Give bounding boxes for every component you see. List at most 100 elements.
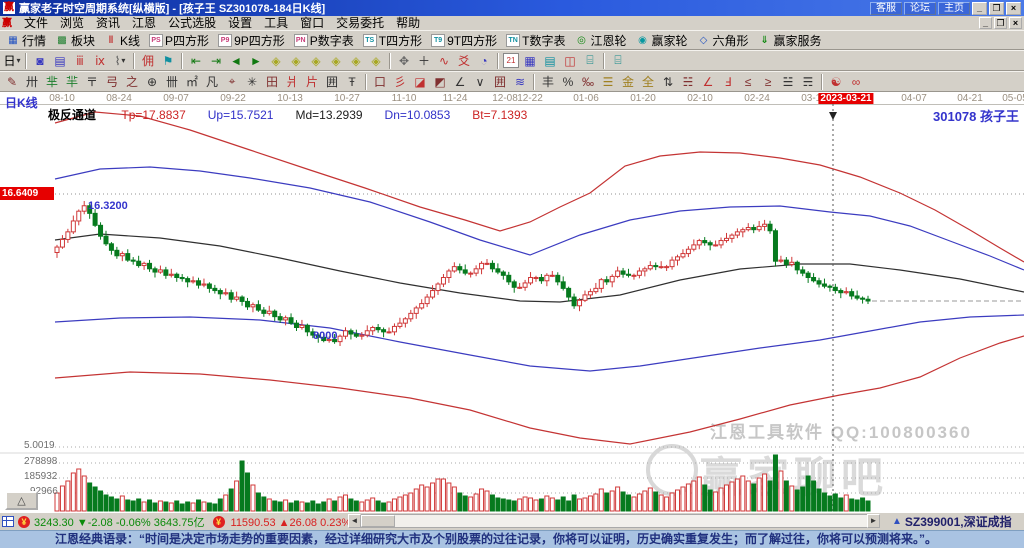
greater-line-icon[interactable]: ≥ — [759, 73, 777, 90]
crosshair-icon[interactable]: ＋ — [415, 52, 433, 69]
wave-icon[interactable]: 之 — [123, 73, 141, 90]
net-grid-icon[interactable]: 囲 — [491, 73, 509, 90]
gold-ratio-icon[interactable]: 金 — [619, 73, 637, 90]
scroll-left-button[interactable]: ◄ — [348, 514, 361, 528]
calendar-icon[interactable]: 21 — [503, 53, 519, 68]
less-line-icon[interactable]: ≤ — [739, 73, 757, 90]
zoom-out-icon[interactable]: ◈ — [267, 52, 285, 69]
square-meter-icon[interactable]: ㎡ — [183, 73, 201, 90]
grid-lines-icon[interactable]: 卅 — [23, 73, 41, 90]
gann-grid-icon[interactable]: 田 — [263, 73, 281, 90]
report-icon[interactable]: ▤ — [541, 52, 559, 69]
star-lines-icon[interactable]: ✳ — [243, 73, 261, 90]
kline-small-3-icon[interactable]: ⅲ — [71, 52, 89, 69]
sz-index-icon[interactable]: ¥ — [213, 516, 225, 528]
fence-down-icon[interactable]: 羋 — [63, 73, 81, 90]
kline-small-9-icon[interactable]: ⅸ — [91, 52, 109, 69]
angle-line-icon[interactable]: ∠ — [451, 73, 469, 90]
gann-tool-icon[interactable]: 爻 — [455, 52, 473, 69]
scrollbar-track[interactable] — [361, 514, 867, 528]
chart-area[interactable]: 江恩工具软件 QQ:100800360 赢家聊吧 08-1008-2409-07… — [0, 92, 1024, 512]
service-link[interactable]: 客服 — [870, 2, 902, 15]
prev-bar-icon[interactable]: ◄ — [227, 52, 245, 69]
stamp-icon[interactable]: 佣 — [139, 52, 157, 69]
split-left-icon[interactable]: 爿 — [283, 73, 301, 90]
scroll-right-button[interactable]: ► — [867, 514, 880, 528]
current-index-label[interactable]: SZ399001,深证成指 — [905, 513, 1012, 530]
horizontal-scrollbar[interactable]: ◄ ► — [348, 514, 880, 528]
tick-tool-icon[interactable]: Ŧ — [343, 73, 361, 90]
percent-icon[interactable]: % — [559, 73, 577, 90]
fan-lines-icon[interactable]: 彡 — [391, 73, 409, 90]
fan-icon[interactable]: 凡 — [203, 73, 221, 90]
calculator-icon[interactable]: ▦ — [521, 52, 539, 69]
zigzag-icon[interactable]: ∿ — [435, 52, 453, 69]
flag-icon[interactable]: ⚑ — [159, 52, 177, 69]
winner-wheel-button[interactable]: ◉赢家轮 — [631, 31, 691, 49]
rect-tool-icon[interactable]: 口 — [371, 73, 389, 90]
kline-chart-svg[interactable] — [0, 92, 1024, 512]
forum-link[interactable]: 论坛 — [904, 2, 936, 15]
menu-9[interactable]: 交易委托 — [330, 16, 390, 30]
menu-6[interactable]: 设置 — [222, 16, 258, 30]
fence-up-icon[interactable]: 芈 — [43, 73, 61, 90]
doc-minimize-button[interactable]: _ — [979, 17, 992, 29]
sh-index-quote[interactable]: 3243.30 ▼-2.08 -0.06% 3643.75亿 — [34, 514, 205, 530]
menu-2[interactable]: 浏览 — [54, 16, 90, 30]
lake-trigram-icon[interactable]: ☱ — [779, 73, 797, 90]
t-square-button[interactable]: TST四方形 — [359, 31, 426, 49]
time-cycle-icon[interactable]: ◔ — [475, 52, 493, 69]
period-day-button[interactable]: 日▾ — [3, 52, 21, 69]
candle-pattern-icon[interactable]: ⌇▾ — [111, 52, 129, 69]
select-region-icon[interactable]: ◙ — [31, 52, 49, 69]
t-line-icon[interactable]: 〒 — [83, 73, 101, 90]
full-ratio-icon[interactable]: 全 — [639, 73, 657, 90]
last-bar-icon[interactable]: ⇥ — [207, 52, 225, 69]
circle-cross-icon[interactable]: ⊕ — [143, 73, 161, 90]
close-button[interactable]: × — [1006, 2, 1021, 15]
minimize-button[interactable]: _ — [972, 2, 987, 15]
quotes-button[interactable]: ▦行情 — [2, 31, 50, 49]
winner-service-button[interactable]: ⇓赢家服务 — [754, 31, 826, 49]
doc-restore-button[interactable]: ❐ — [994, 17, 1007, 29]
nine-p-square-button[interactable]: P99P四方形 — [214, 31, 289, 49]
doc-close-button[interactable]: × — [1009, 17, 1022, 29]
kline-button[interactable]: ‖K线 — [100, 31, 144, 49]
hexagon-button[interactable]: ◇六角形 — [693, 31, 753, 49]
p-square-button[interactable]: PSP四方形 — [145, 31, 213, 49]
golden-section-icon[interactable]: ☰ — [599, 73, 617, 90]
arc-icon[interactable]: 弓 — [103, 73, 121, 90]
menu-8[interactable]: 窗口 — [294, 16, 330, 30]
pencil-icon[interactable]: ✎ — [3, 73, 21, 90]
shift-left-icon[interactable]: ◈ — [307, 52, 325, 69]
t-number-table-button[interactable]: TNT数字表 — [502, 31, 569, 49]
permille-icon[interactable]: ‰ — [579, 73, 597, 90]
homepage-link[interactable]: 主页 — [938, 2, 970, 15]
sectors-button[interactable]: ▩板块 — [51, 31, 99, 49]
box-grid-icon[interactable]: 囲 — [323, 73, 341, 90]
workstation-icon[interactable]: ⌸ — [581, 52, 599, 69]
pane-toggle-button[interactable]: △ — [5, 491, 38, 510]
trigram-icon[interactable]: ☵ — [679, 73, 697, 90]
yinyang-icon[interactable]: ☯ — [827, 73, 845, 90]
flip-f-icon[interactable]: Ⅎ — [719, 73, 737, 90]
p-number-table-button[interactable]: PNP数字表 — [290, 31, 358, 49]
menu-3[interactable]: 资讯 — [90, 16, 126, 30]
nine-t-square-button[interactable]: T99T四方形 — [427, 31, 501, 49]
sh-index-icon[interactable]: ¥ — [18, 516, 30, 528]
menu-1[interactable]: 文件 — [18, 16, 54, 30]
infinity-icon[interactable]: ∞ — [847, 73, 865, 90]
wave-lines-icon[interactable]: ≋ — [511, 73, 529, 90]
split-right-icon[interactable]: 片 — [303, 73, 321, 90]
first-bar-icon[interactable]: ⇤ — [187, 52, 205, 69]
save-icon[interactable]: ◫ — [561, 52, 579, 69]
ratio-lines-icon[interactable]: 丰 — [539, 73, 557, 90]
hand-icon[interactable]: ✥ — [395, 52, 413, 69]
menu-10[interactable]: 帮助 — [390, 16, 426, 30]
shift-right-icon[interactable]: ◈ — [327, 52, 345, 69]
next-bar-icon[interactable]: ► — [247, 52, 265, 69]
info-document-icon[interactable]: ▤ — [51, 52, 69, 69]
vee-line-icon[interactable]: ∨ — [471, 73, 489, 90]
fill-box2-icon[interactable]: ◩ — [431, 73, 449, 90]
hatch-icon[interactable]: 卌 — [163, 73, 181, 90]
